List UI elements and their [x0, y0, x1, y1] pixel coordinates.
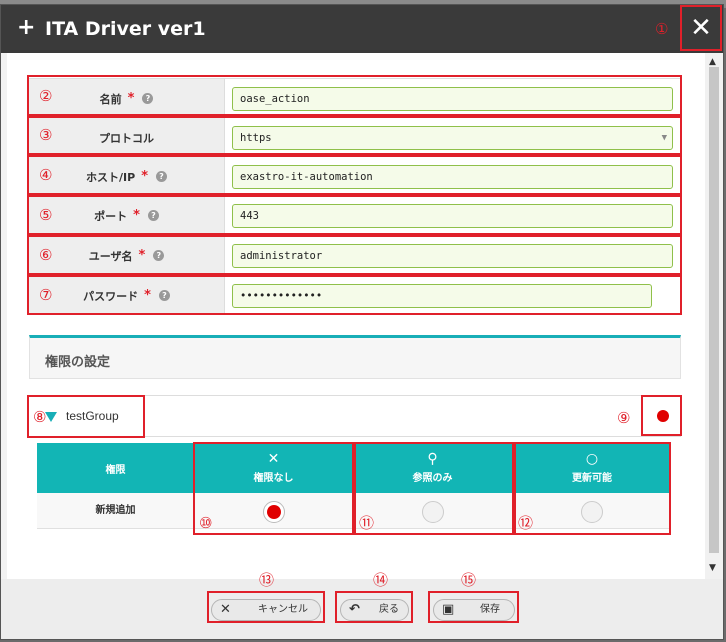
annotation-marker-13: ⑬ [259, 571, 275, 589]
annotation-marker-4: ④ [39, 166, 53, 184]
permission-header-cell: 権限 [37, 443, 195, 493]
annotation-box-host [27, 155, 682, 195]
annotation-box-no-permission [193, 442, 354, 535]
annotation-marker-6: ⑥ [39, 246, 53, 264]
section-title: 権限の設定 [45, 355, 111, 370]
plus-icon: + [17, 15, 36, 40]
annotation-box-username [27, 235, 682, 275]
dialog-body: 名前 * ? oase_action プロトコル https ホスト/IP * … [7, 53, 705, 579]
scroll-thumb[interactable] [709, 67, 719, 553]
annotation-marker-5: ⑤ [39, 206, 53, 224]
annotation-box-save [428, 591, 519, 623]
annotation-box-password [27, 275, 682, 315]
dialog-titlebar: + ITA Driver ver1 ① ✕ [1, 5, 723, 53]
annotation-box-read-only [354, 442, 514, 535]
annotation-box-protocol [27, 116, 682, 155]
annotation-marker-9: ⑨ [617, 409, 631, 427]
annotation-marker-12: ⑫ [518, 514, 534, 532]
annotation-box-back [335, 591, 413, 623]
annotation-marker-11: ⑪ [359, 514, 375, 532]
annotation-marker-15: ⑮ [461, 571, 477, 589]
dialog-title: ITA Driver ver1 [45, 18, 206, 40]
annotation-box-cancel [207, 591, 325, 623]
scrollbar[interactable]: ▲ ▼ [705, 53, 723, 579]
annotation-marker-2: ② [39, 87, 53, 105]
header-text: 権限 [105, 465, 126, 476]
permissions-section-header[interactable]: 権限の設定 [29, 335, 681, 379]
annotation-box-updatable [514, 442, 671, 535]
annotation-box-port [27, 195, 682, 235]
annotation-marker-1: ① [655, 20, 669, 38]
annotation-marker-3: ③ [39, 126, 53, 144]
annotation-box-group-radio [641, 395, 682, 436]
scroll-down-icon[interactable]: ▼ [709, 563, 716, 573]
annotation-marker-14: ⑭ [373, 571, 389, 589]
annotation-marker-8: ⑧ [33, 408, 47, 426]
annotation-marker-7: ⑦ [39, 286, 53, 304]
row-label-new: 新規追加 [37, 493, 195, 529]
annotation-box-name [27, 75, 682, 116]
scroll-up-icon[interactable]: ▲ [709, 57, 716, 67]
close-icon[interactable]: ✕ [680, 5, 722, 51]
annotation-marker-10: ⑩ [199, 514, 213, 532]
ita-driver-dialog: + ITA Driver ver1 ① ✕ 名前 * ? oase_action… [0, 4, 724, 640]
